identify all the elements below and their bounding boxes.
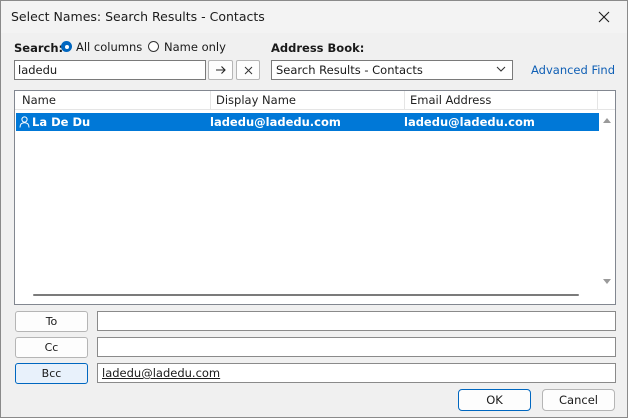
search-label: Search: (14, 41, 64, 55)
column-divider[interactable] (597, 91, 598, 109)
go-button[interactable] (208, 60, 233, 80)
advanced-find-link[interactable]: Advanced Find (531, 63, 615, 77)
address-book-value: Search Results - Contacts (276, 63, 423, 77)
search-input[interactable]: ladedu (14, 60, 206, 80)
name-only-label[interactable]: Name only (164, 40, 226, 54)
address-book-label: Address Book: (271, 41, 365, 55)
close-icon (598, 11, 610, 23)
dialog-title: Select Names: Search Results - Contacts (11, 9, 265, 24)
close-button[interactable] (581, 1, 627, 33)
cc-field[interactable] (97, 337, 616, 357)
person-icon (19, 116, 30, 128)
bcc-recipient[interactable]: ladedu@ladedu.com (102, 366, 220, 380)
bcc-button[interactable]: Bcc (15, 363, 88, 384)
vertical-scrollbar[interactable] (601, 115, 613, 285)
close-icon (244, 66, 252, 74)
to-field[interactable] (97, 311, 616, 331)
scroll-down-icon[interactable] (602, 278, 612, 285)
list-header: Name Display Name Email Address (15, 91, 615, 110)
arrow-right-icon (215, 66, 226, 74)
ok-button[interactable]: OK (458, 389, 531, 411)
horizontal-scrollbar[interactable] (33, 294, 579, 296)
column-divider[interactable] (210, 91, 211, 109)
table-row[interactable]: La De Du ladedu@ladedu.com ladedu@ladedu… (16, 113, 599, 131)
to-button[interactable]: To (15, 311, 88, 332)
column-header-email[interactable]: Email Address (410, 93, 491, 107)
column-header-display-name[interactable]: Display Name (216, 93, 296, 107)
title-bar: Select Names: Search Results - Contacts (1, 1, 627, 33)
row-display-name: ladedu@ladedu.com (210, 115, 341, 129)
clear-search-button[interactable] (236, 60, 260, 80)
bcc-field[interactable]: ladedu@ladedu.com (97, 363, 616, 383)
row-email: ladedu@ladedu.com (404, 115, 535, 129)
all-columns-label[interactable]: All columns (76, 40, 142, 54)
column-header-name[interactable]: Name (22, 93, 56, 107)
select-names-dialog: Select Names: Search Results - Contacts … (0, 0, 628, 418)
column-divider[interactable] (404, 91, 405, 109)
radio-name-only[interactable] (148, 41, 159, 52)
chevron-down-icon (496, 66, 506, 72)
cancel-button[interactable]: Cancel (542, 389, 615, 411)
results-list[interactable]: Name Display Name Email Address La De Du… (14, 90, 616, 305)
radio-all-columns[interactable] (61, 41, 72, 52)
row-name: La De Du (32, 115, 91, 129)
address-book-select[interactable]: Search Results - Contacts (271, 60, 513, 80)
cc-button[interactable]: Cc (15, 337, 88, 358)
scroll-up-icon[interactable] (602, 117, 612, 124)
